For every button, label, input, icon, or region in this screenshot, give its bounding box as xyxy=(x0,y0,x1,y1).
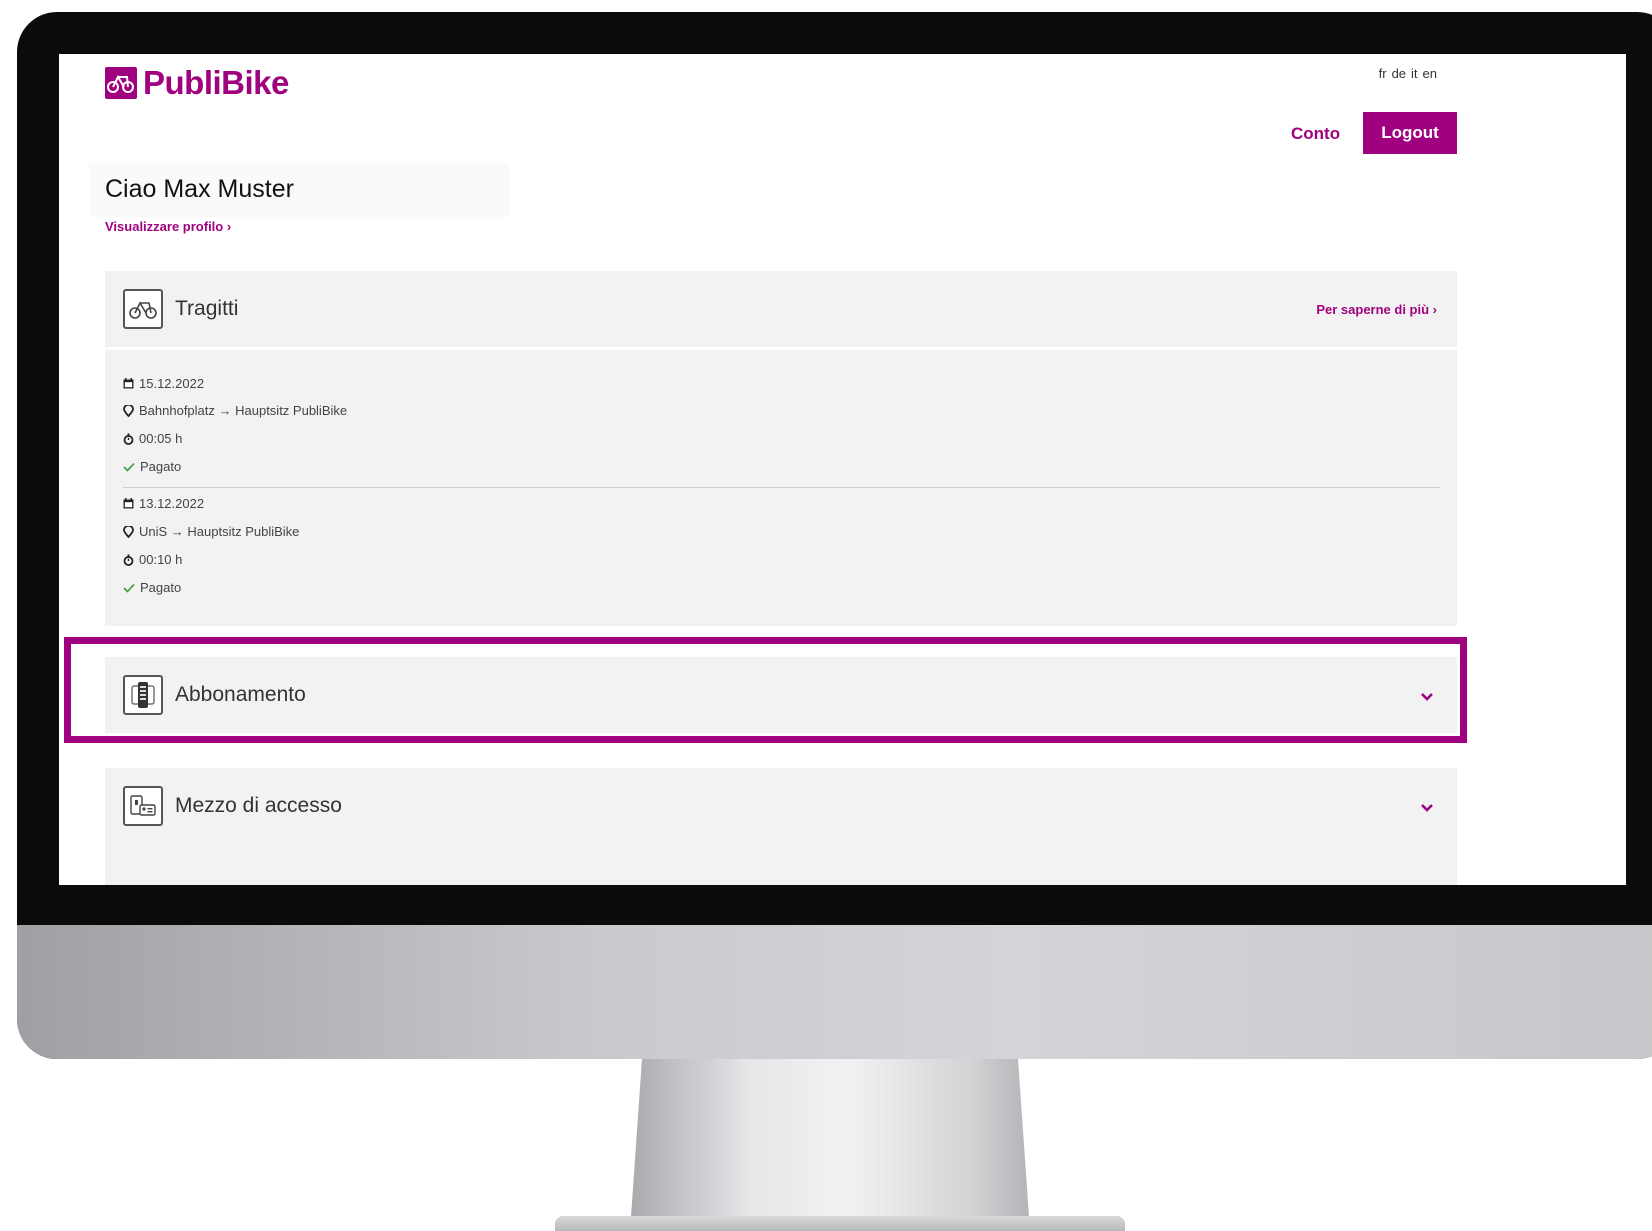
trip-date-text: 15.12.2022 xyxy=(139,376,205,391)
publibike-logo[interactable]: PubliBike xyxy=(105,64,289,102)
check-icon xyxy=(123,462,135,472)
trip-route-text: UniS → Hauptsitz PubliBike xyxy=(139,524,300,539)
monitor-stand xyxy=(630,1059,1030,1231)
access-card-icon xyxy=(123,786,163,826)
lang-fr[interactable]: fr xyxy=(1379,66,1387,81)
lang-it[interactable]: it xyxy=(1411,66,1418,81)
check-icon xyxy=(123,583,135,593)
trips-title: Tragitti xyxy=(175,297,239,320)
view-profile-link[interactable]: Visualizzare profilo › xyxy=(105,219,231,234)
trips-list: 15.12.2022 Bahnhofplatz → Hauptsitz Publ… xyxy=(105,350,1457,626)
subscription-card-icon xyxy=(123,675,163,715)
trip-route-text: Bahnhofplatz → Hauptsitz PubliBike xyxy=(139,403,348,418)
trip-status: Pagato xyxy=(123,580,181,595)
access-title: Mezzo di accesso xyxy=(175,794,342,817)
screen: PubliBike fr de it en Conto Logout Ciao … xyxy=(59,54,1626,885)
trip-duration: 00:05 h xyxy=(123,431,182,446)
location-pin-icon xyxy=(123,404,134,417)
bike-logo-icon xyxy=(105,67,137,99)
chevron-down-icon[interactable] xyxy=(1417,687,1437,707)
stopwatch-icon xyxy=(123,433,134,445)
lang-en[interactable]: en xyxy=(1423,66,1437,81)
lang-de[interactable]: de xyxy=(1392,66,1406,81)
trip-status-text: Pagato xyxy=(140,459,182,474)
trip-duration: 00:10 h xyxy=(123,552,182,567)
greeting-title: Ciao Max Muster xyxy=(105,175,294,203)
monitor-stand-base xyxy=(555,1216,1125,1231)
location-pin-icon xyxy=(123,525,134,538)
trip-date: 15.12.2022 xyxy=(123,376,204,391)
monitor-chin xyxy=(17,925,1652,1059)
account-link[interactable]: Conto xyxy=(1291,124,1340,144)
access-card-header[interactable]: Mezzo di accesso xyxy=(105,768,1457,885)
bike-icon xyxy=(123,289,163,329)
trip-divider xyxy=(123,487,1440,488)
trip-status-text: Pagato xyxy=(140,580,182,595)
trip-date: 13.12.2022 xyxy=(123,496,204,511)
trips-more-link[interactable]: Per saperne di più › xyxy=(1316,302,1437,317)
calendar-icon xyxy=(123,498,134,509)
logout-button[interactable]: Logout xyxy=(1363,112,1457,154)
chevron-down-icon[interactable] xyxy=(1417,798,1437,818)
trip-status: Pagato xyxy=(123,459,181,474)
trip-duration-text: 00:10 h xyxy=(139,552,183,567)
subscription-title: Abbonamento xyxy=(175,683,306,706)
trip-route: Bahnhofplatz → Hauptsitz PubliBike xyxy=(123,403,347,418)
trip-duration-text: 00:05 h xyxy=(139,431,183,446)
trip-date-text: 13.12.2022 xyxy=(139,496,205,511)
calendar-icon xyxy=(123,378,134,389)
stopwatch-icon xyxy=(123,554,134,566)
language-switcher: fr de it en xyxy=(1379,66,1437,81)
trip-route: UniS → Hauptsitz PubliBike xyxy=(123,524,299,539)
brand-name: PubliBike xyxy=(143,64,289,101)
subscription-card-header[interactable]: Abbonamento xyxy=(105,657,1457,733)
trips-card-header[interactable]: Tragitti Per saperne di più › xyxy=(105,271,1457,347)
